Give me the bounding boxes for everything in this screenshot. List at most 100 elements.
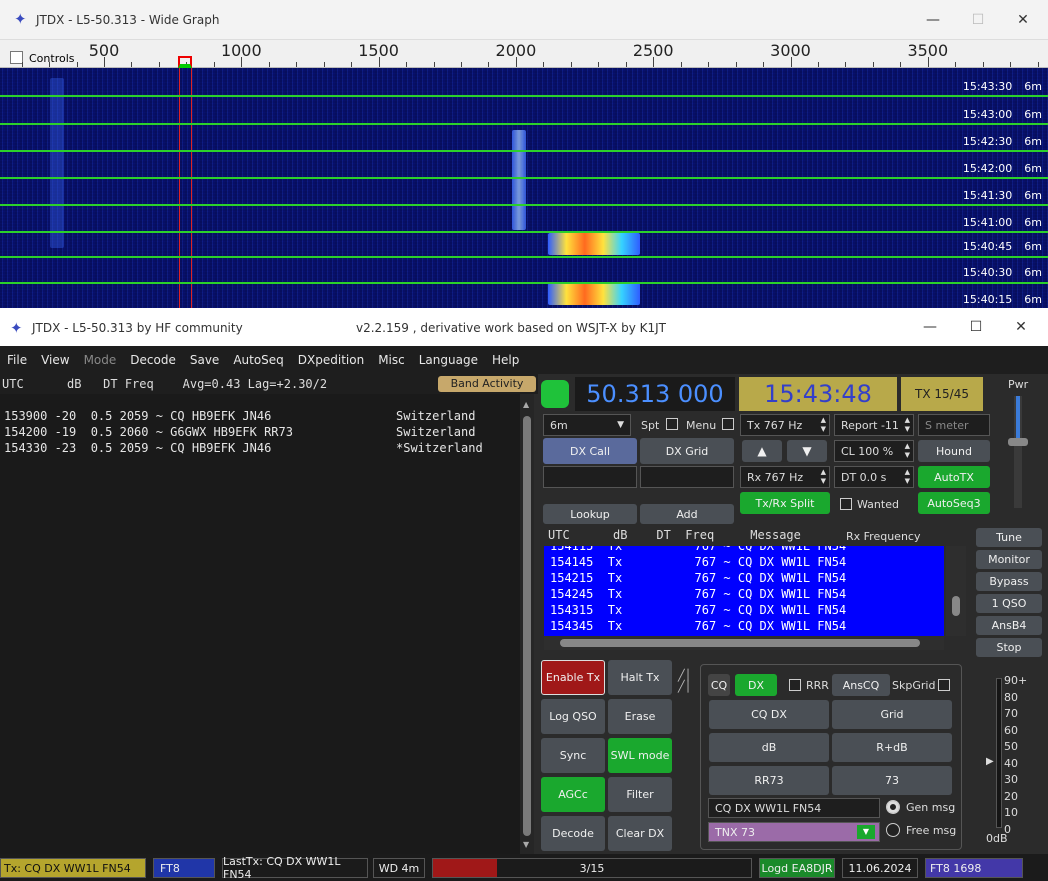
tx-list-scrollbar[interactable] <box>946 546 966 636</box>
wanted-checkbox[interactable] <box>840 498 852 510</box>
band-select[interactable]: 6m ▼ <box>543 414 631 436</box>
dx-call-button[interactable]: DX Call <box>543 438 637 464</box>
stop-button[interactable]: Stop <box>976 638 1042 657</box>
close-button[interactable]: ✕ <box>1000 5 1046 35</box>
chevron-down-icon[interactable]: ▼ <box>857 825 875 839</box>
gen-msg-radio[interactable] <box>886 800 900 814</box>
tx-frequency-spinbox[interactable]: Tx 767 Hz ▲ ▼ <box>740 414 830 436</box>
halt-tx-button[interactable]: Halt Tx <box>608 660 672 695</box>
msg-73-button[interactable]: 73 <box>832 766 952 795</box>
menu-file[interactable]: File <box>0 353 34 367</box>
freq-down-button[interactable]: ▼ <box>787 440 827 462</box>
scroll-thumb[interactable] <box>560 639 920 647</box>
minimize-button[interactable]: — <box>907 312 953 342</box>
menu-view[interactable]: View <box>34 353 76 367</box>
dt-spinbox[interactable]: DT 0.0 s ▲ ▼ <box>834 466 914 488</box>
autoseq3-button[interactable]: AutoSeq3 <box>918 492 990 514</box>
tx-list-row[interactable]: 154315 Tx 767 ~ CQ DX WW1L FN54 <box>544 602 944 618</box>
decode-scrollbar[interactable]: ▲ ▼ <box>520 394 534 854</box>
decode-list[interactable]: 153900 -20 0.5 2059 ~ CQ HB9EFK JN46 Swit… <box>0 394 520 854</box>
spin-arrows-icon[interactable]: ▲ ▼ <box>821 468 826 486</box>
clear-dx-button[interactable]: Clear DX <box>608 816 672 851</box>
gen-msg-field[interactable]: CQ DX WW1L FN54 <box>708 798 880 818</box>
log-qso-button[interactable]: Log QSO <box>541 699 605 734</box>
power-slider-handle[interactable] <box>1008 438 1028 446</box>
tx-list-row[interactable]: 154145 Tx 767 ~ CQ DX WW1L FN54 <box>544 554 944 570</box>
lookup-button[interactable]: Lookup <box>543 504 637 524</box>
dx-call-input[interactable] <box>543 466 637 488</box>
add-button[interactable]: Add <box>640 504 734 524</box>
menu-help[interactable]: Help <box>485 353 526 367</box>
wide-graph-titlebar[interactable]: ✦ JTDX - L5-50.313 - Wide Graph — ☐ ✕ <box>0 0 1048 40</box>
skpgrid-checkbox[interactable] <box>938 679 950 691</box>
filter-button[interactable]: Filter <box>608 777 672 812</box>
menu-checkbox[interactable] <box>722 418 734 430</box>
tune-button[interactable]: Tune <box>976 528 1042 547</box>
spt-checkbox[interactable] <box>666 418 678 430</box>
spin-arrows-icon[interactable]: ▲ ▼ <box>905 442 910 460</box>
msg-db-button[interactable]: dB <box>709 733 829 762</box>
spin-arrows-icon[interactable]: ▲ ▼ <box>905 416 910 434</box>
tx-list-hscrollbar[interactable] <box>544 636 944 650</box>
power-slider[interactable] <box>1008 396 1028 508</box>
enable-tx-button[interactable]: Enable Tx <box>541 660 605 695</box>
dx-grid-button[interactable]: DX Grid <box>640 438 734 464</box>
menu-mode[interactable]: Mode <box>77 353 124 367</box>
1-qso-button[interactable]: 1 QSO <box>976 594 1042 613</box>
band-activity-label[interactable]: Band Activity <box>438 376 536 392</box>
dx-grid-input[interactable] <box>640 466 734 488</box>
erase-button[interactable]: Erase <box>608 699 672 734</box>
menu-autoseq[interactable]: AutoSeq <box>226 353 290 367</box>
rx-frequency-spinbox[interactable]: Rx 767 Hz ▲ ▼ <box>740 466 830 488</box>
rx-marker[interactable] <box>178 56 192 68</box>
scroll-thumb[interactable] <box>952 596 960 616</box>
decode-row[interactable]: 154200 -19 0.5 2060 ~ G6GWX HB9EFK RR73 S… <box>0 424 520 440</box>
ansb4-button[interactable]: AnsB4 <box>976 616 1042 635</box>
freq-up-button[interactable]: ▲ <box>742 440 782 462</box>
txrx-split-button[interactable]: Tx/Rx Split <box>740 492 830 514</box>
menu-misc[interactable]: Misc <box>371 353 412 367</box>
swl-mode-button[interactable]: SWL mode <box>608 738 672 773</box>
main-titlebar[interactable]: ✦ JTDX - L5-50.313 by HF community v2.2.… <box>0 308 1048 346</box>
spin-arrows-icon[interactable]: ▲ ▼ <box>905 468 910 486</box>
rrr-checkbox[interactable] <box>789 679 801 691</box>
scroll-thumb[interactable] <box>523 416 531 836</box>
menu-save[interactable]: Save <box>183 353 226 367</box>
frequency-ruler[interactable]: Controls 500 1000 1500 2000 2500 3000 3500 <box>0 40 1048 68</box>
tx-list-row[interactable]: 154245 Tx 767 ~ CQ DX WW1L FN54 <box>544 586 944 602</box>
autotx-button[interactable]: AutoTX <box>918 466 990 488</box>
report-spinbox[interactable]: Report -11 ▲ ▼ <box>834 414 914 436</box>
msg-cq-dx-button[interactable]: CQ DX <box>709 700 829 729</box>
dx-mode-button[interactable]: DX <box>735 674 777 696</box>
smeter-field[interactable]: S meter <box>918 414 990 436</box>
tx-list-row[interactable]: 154345 Tx 767 ~ CQ DX WW1L FN54 <box>544 618 944 634</box>
msg-grid-button[interactable]: Grid <box>832 700 952 729</box>
maximize-button[interactable]: ☐ <box>955 5 1001 35</box>
decode-button[interactable]: Decode <box>541 816 605 851</box>
monitor-button[interactable]: Monitor <box>976 550 1042 569</box>
spin-arrows-icon[interactable]: ▲ ▼ <box>821 416 826 434</box>
decode-row[interactable]: 154330 -23 0.5 2059 ~ CQ HB9EFK JN46 *Swi… <box>0 440 520 456</box>
tx-list-row[interactable]: 154115 Tx 767 ~ CQ DX WW1L FN54 <box>544 546 944 554</box>
anscq-button[interactable]: AnsCQ <box>832 674 890 696</box>
free-msg-field[interactable]: TNX 73 ▼ <box>708 822 880 842</box>
maximize-button[interactable]: ☐ <box>953 312 999 342</box>
tx-list[interactable]: 154115 Tx 767 ~ CQ DX WW1L FN54 154145 Tx… <box>544 546 944 636</box>
decode-row[interactable]: 153900 -20 0.5 2059 ~ CQ HB9EFK JN46 Swit… <box>0 408 520 424</box>
menu-decode[interactable]: Decode <box>123 353 183 367</box>
free-msg-radio[interactable] <box>886 823 900 837</box>
menu-language[interactable]: Language <box>412 353 485 367</box>
menu-dxpedition[interactable]: DXpedition <box>291 353 371 367</box>
hound-button[interactable]: Hound <box>918 440 990 462</box>
sync-button[interactable]: Sync <box>541 738 605 773</box>
minimize-button[interactable]: — <box>910 5 956 35</box>
agcc-button[interactable]: AGCc <box>541 777 605 812</box>
bypass-button[interactable]: Bypass <box>976 572 1042 591</box>
close-button[interactable]: ✕ <box>998 312 1044 342</box>
tx-list-row[interactable]: 154215 Tx 767 ~ CQ DX WW1L FN54 <box>544 570 944 586</box>
scroll-up-icon[interactable]: ▲ <box>523 400 529 409</box>
msg-r-db-button[interactable]: R+dB <box>832 733 952 762</box>
scroll-down-icon[interactable]: ▼ <box>523 840 529 849</box>
waterfall[interactable]: 15:43:30 6m 15:43:00 6m 15:42:30 6m 15:42:00 6m… <box>0 68 1048 308</box>
msg-rr73-button[interactable]: RR73 <box>709 766 829 795</box>
